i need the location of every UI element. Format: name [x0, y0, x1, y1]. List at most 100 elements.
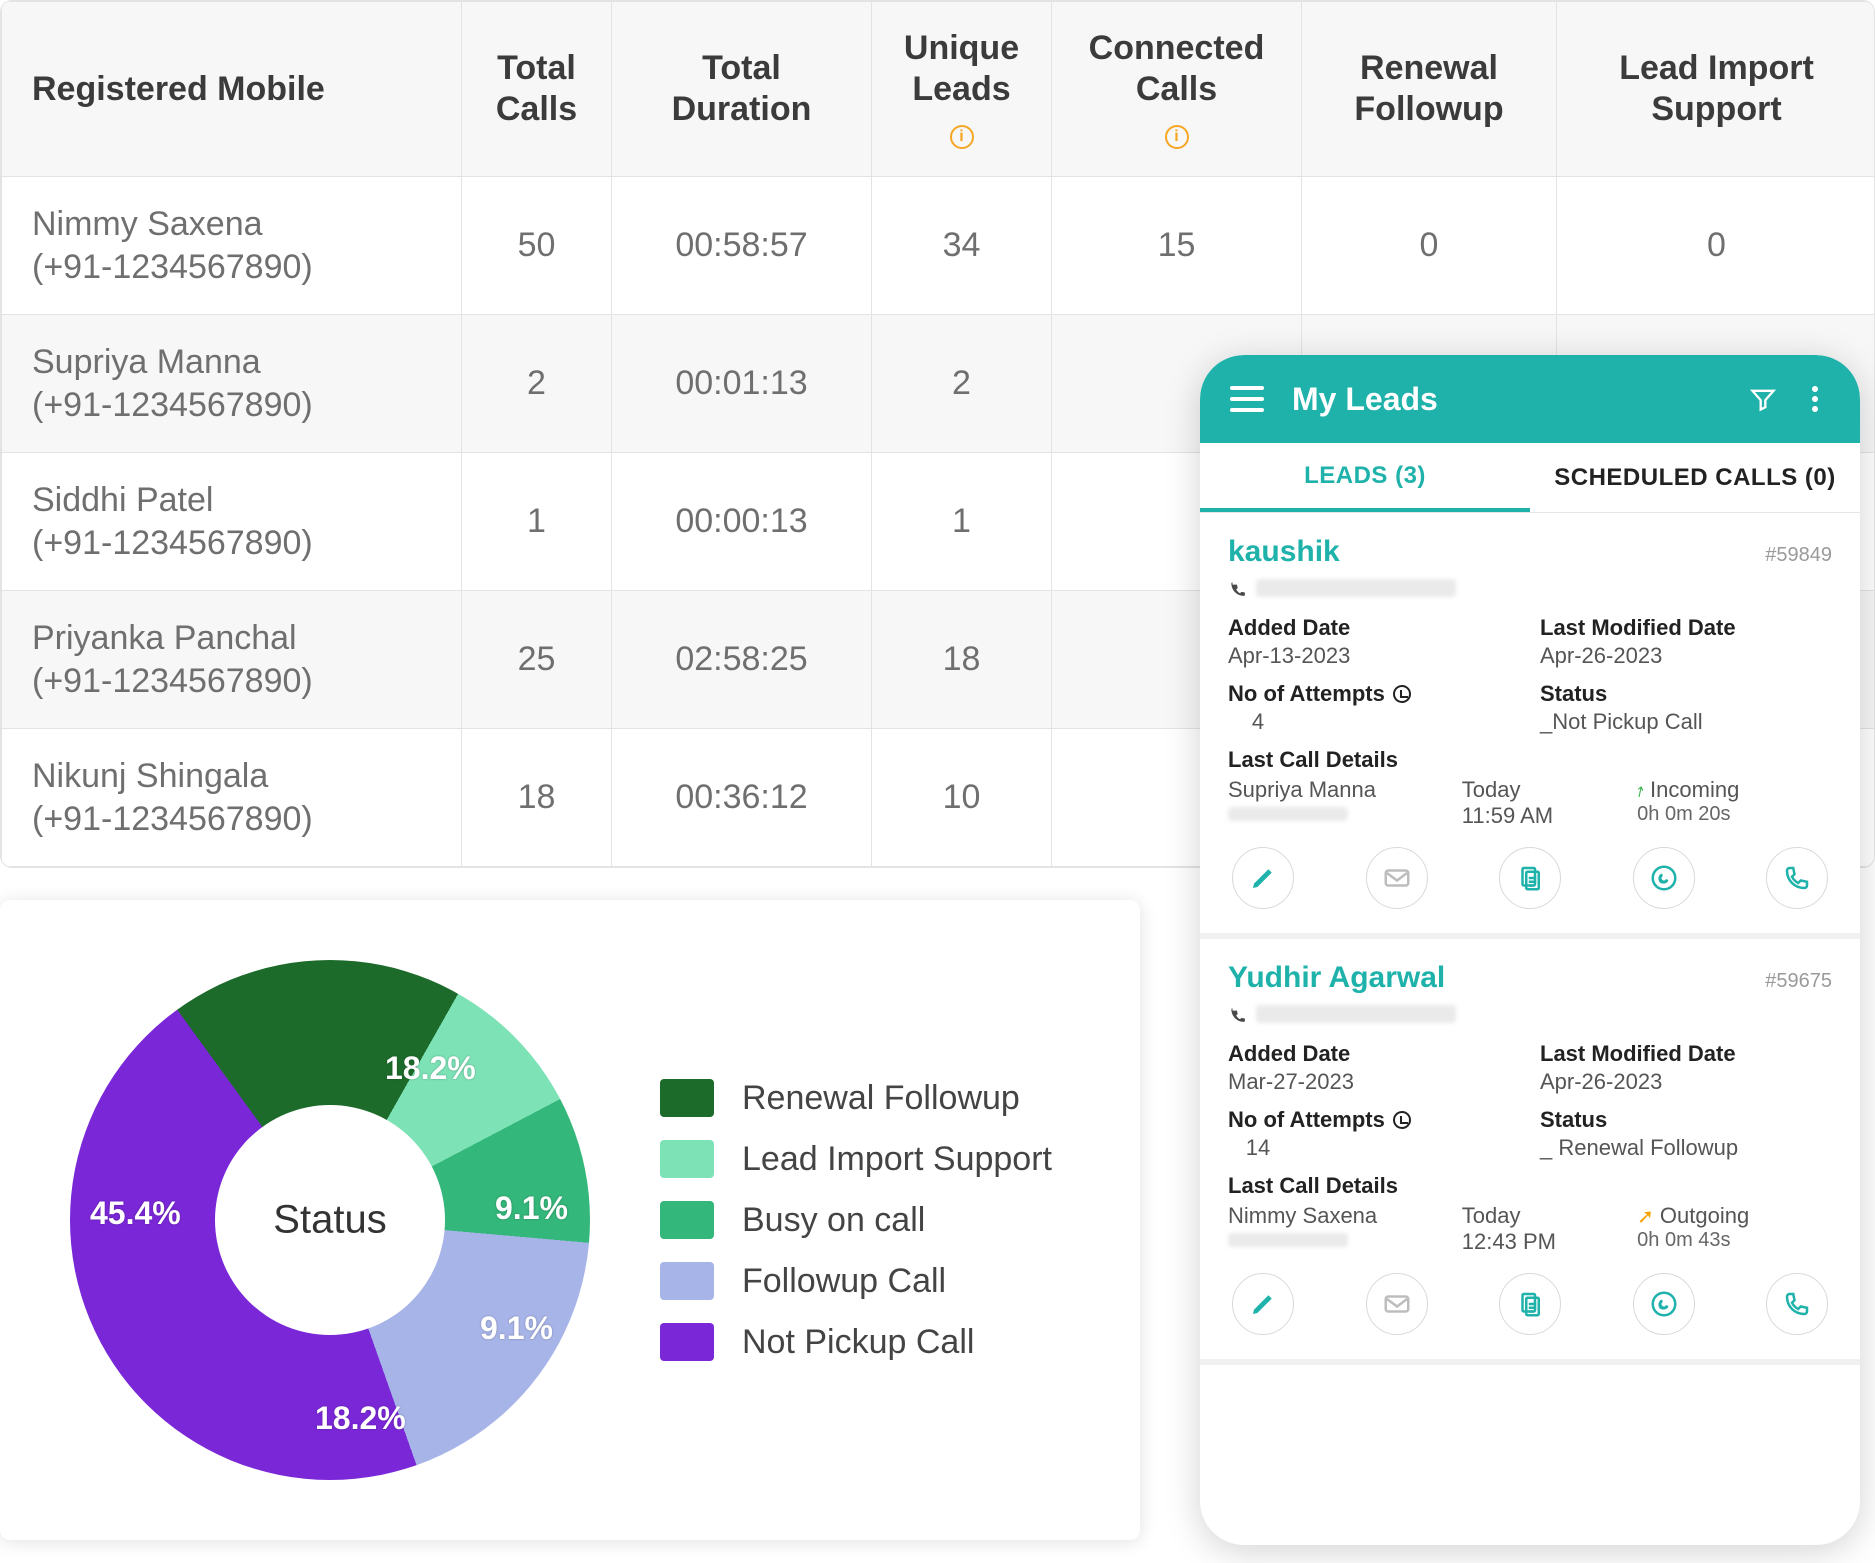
slice-label-lead-import: 9.1%	[495, 1190, 568, 1227]
lcd-time: 12:43 PM	[1462, 1229, 1637, 1255]
donut-center-label: Status	[273, 1198, 386, 1243]
attempts-value: 14	[1228, 1135, 1288, 1161]
mail-button[interactable]	[1366, 847, 1428, 909]
modified-date-value: Apr-26-2023	[1540, 1069, 1832, 1095]
legend-item[interactable]: Busy on call	[660, 1201, 1052, 1240]
lead-card[interactable]: Yudhir Agarwal #59675 Added Date Mar-27-…	[1200, 939, 1860, 1365]
tab-scheduled-calls[interactable]: SCHEDULED CALLS (0)	[1530, 443, 1860, 512]
legend-label: Not Pickup Call	[742, 1323, 974, 1362]
status-label: Status	[1540, 1107, 1832, 1133]
added-date-value: Apr-13-2023	[1228, 643, 1520, 669]
col-connected-calls: Connected Calls i	[1052, 2, 1302, 177]
lead-phone-blurred	[1256, 579, 1456, 597]
modified-date-value: Apr-26-2023	[1540, 643, 1832, 669]
col-unique-leads-label: Unique Leads	[904, 29, 1019, 108]
slice-label-followup: 18.2%	[315, 1400, 406, 1437]
cell-total-duration: 00:58:57	[612, 177, 872, 315]
last-call-details-label: Last Call Details	[1228, 747, 1832, 773]
col-lead-import-support: Lead Import Support	[1557, 2, 1875, 177]
added-date-label: Added Date	[1228, 615, 1520, 641]
donut-area: Status 18.2% 9.1% 9.1% 18.2% 45.4%	[30, 920, 630, 1520]
legend-swatch	[660, 1201, 714, 1239]
info-icon[interactable]: i	[1165, 125, 1189, 149]
lcd-day: Today	[1462, 1203, 1637, 1229]
status-label: Status	[1540, 681, 1832, 707]
call-button[interactable]	[1766, 847, 1828, 909]
whatsapp-button[interactable]	[1633, 1273, 1695, 1335]
edit-button[interactable]	[1232, 847, 1294, 909]
lcd-caller-name: Nimmy Saxena	[1228, 1203, 1462, 1229]
notes-button[interactable]	[1499, 1273, 1561, 1335]
lcd-caller-phone-blurred	[1228, 807, 1348, 821]
cell-registered-mobile: Nimmy Saxena(+91-1234567890)	[2, 177, 462, 315]
cell-total-calls: 2	[462, 315, 612, 453]
status-donut-card: Status 18.2% 9.1% 9.1% 18.2% 45.4% Renew…	[0, 900, 1140, 1540]
cell-total-calls: 1	[462, 453, 612, 591]
modified-date-label: Last Modified Date	[1540, 1041, 1832, 1067]
legend-item[interactable]: Lead Import Support	[660, 1140, 1052, 1179]
col-unique-leads: Unique Leads i	[872, 2, 1052, 177]
cell-connected-calls: 15	[1052, 177, 1302, 315]
more-icon[interactable]	[1800, 386, 1830, 412]
lcd-duration: 0h 0m 43s	[1637, 1229, 1832, 1252]
modified-date-label: Last Modified Date	[1540, 615, 1832, 641]
tab-leads[interactable]: LEADS (3)	[1200, 443, 1530, 512]
clock-icon	[1393, 1111, 1411, 1129]
cell-registered-mobile: Nikunj Shingala(+91-1234567890)	[2, 729, 462, 867]
cell-total-duration: 00:00:13	[612, 453, 872, 591]
lcd-caller-name: Supriya Manna	[1228, 777, 1462, 803]
cell-unique-leads: 2	[872, 315, 1052, 453]
lead-id: #59849	[1765, 544, 1832, 567]
lead-name: Yudhir Agarwal	[1228, 961, 1445, 995]
cell-total-calls: 25	[462, 591, 612, 729]
phone-icon	[1228, 579, 1246, 597]
attempts-label: No of Attempts	[1228, 1107, 1520, 1133]
call-button[interactable]	[1766, 1273, 1828, 1335]
legend-item[interactable]: Not Pickup Call	[660, 1323, 1052, 1362]
notes-button[interactable]	[1499, 847, 1561, 909]
legend-label: Busy on call	[742, 1201, 925, 1240]
lcd-duration: 0h 0m 20s	[1637, 803, 1832, 826]
status-value: _Not Pickup Call	[1540, 709, 1832, 735]
status-value: _ Renewal Followup	[1540, 1135, 1832, 1161]
attempts-label: No of Attempts	[1228, 681, 1520, 707]
added-date-label: Added Date	[1228, 1041, 1520, 1067]
leads-list: kaushik #59849 Added Date Apr-13-2023 La…	[1200, 513, 1860, 1365]
table-row[interactable]: Nimmy Saxena(+91-1234567890)5000:58:5734…	[2, 177, 1875, 315]
added-date-value: Mar-27-2023	[1228, 1069, 1520, 1095]
phone-icon	[1228, 1005, 1246, 1023]
phone-mock: My Leads LEADS (3) SCHEDULED CALLS (0) k…	[1200, 355, 1860, 1545]
info-icon[interactable]: i	[950, 125, 974, 149]
cell-lead-import-support: 0	[1557, 177, 1875, 315]
menu-icon[interactable]	[1230, 386, 1264, 412]
legend-label: Renewal Followup	[742, 1079, 1020, 1118]
slice-label-busy: 9.1%	[480, 1310, 553, 1347]
cell-renewal-followup: 0	[1302, 177, 1557, 315]
slice-label-renewal: 18.2%	[385, 1050, 476, 1087]
lcd-direction: Incoming	[1650, 777, 1739, 803]
cell-unique-leads: 10	[872, 729, 1052, 867]
mail-button[interactable]	[1366, 1273, 1428, 1335]
col-connected-calls-label: Connected Calls	[1089, 29, 1265, 108]
whatsapp-button[interactable]	[1633, 847, 1695, 909]
cell-registered-mobile: Supriya Manna(+91-1234567890)	[2, 315, 462, 453]
legend-item[interactable]: Followup Call	[660, 1262, 1052, 1301]
cell-unique-leads: 34	[872, 177, 1052, 315]
filter-icon[interactable]	[1748, 384, 1778, 414]
edit-button[interactable]	[1232, 1273, 1294, 1335]
cell-unique-leads: 18	[872, 591, 1052, 729]
col-registered-mobile: Registered Mobile	[2, 2, 462, 177]
outgoing-arrow-icon: ➚	[1637, 1204, 1654, 1229]
slice-label-not-pickup: 45.4%	[90, 1195, 181, 1232]
lcd-caller-phone-blurred	[1228, 1233, 1348, 1247]
cell-registered-mobile: Siddhi Patel(+91-1234567890)	[2, 453, 462, 591]
col-total-calls: Total Calls	[462, 2, 612, 177]
lead-card[interactable]: kaushik #59849 Added Date Apr-13-2023 La…	[1200, 513, 1860, 939]
cell-total-duration: 02:58:25	[612, 591, 872, 729]
lead-phone-blurred	[1256, 1005, 1456, 1023]
last-call-details-label: Last Call Details	[1228, 1173, 1832, 1199]
lead-name: kaushik	[1228, 535, 1340, 569]
legend-swatch	[660, 1323, 714, 1361]
cell-total-calls: 50	[462, 177, 612, 315]
legend-item[interactable]: Renewal Followup	[660, 1079, 1052, 1118]
